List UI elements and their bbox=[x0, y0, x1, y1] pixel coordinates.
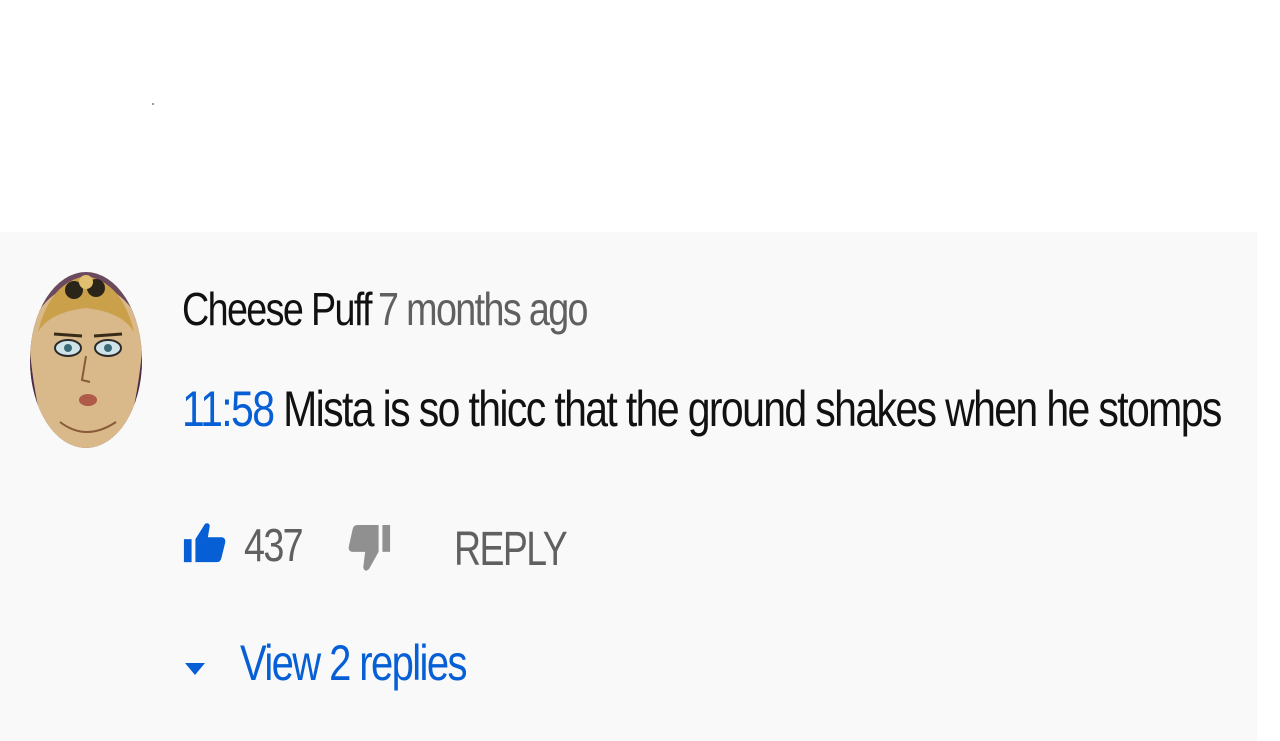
comment-text-line: 11:58 Mista is so thicc that the ground … bbox=[182, 380, 1222, 438]
caret-down-icon bbox=[185, 663, 205, 675]
author-name[interactable]: Cheese Puff bbox=[182, 282, 373, 336]
comment-age[interactable]: 7 months ago bbox=[378, 282, 589, 336]
like-count: 437 bbox=[244, 519, 304, 571]
avatar[interactable] bbox=[30, 272, 142, 448]
timestamp-link[interactable]: 11:58 bbox=[182, 381, 275, 437]
comment-text: Mista is so thicc that the ground shakes… bbox=[273, 381, 1222, 437]
comment-actions: 437 REPLY bbox=[182, 514, 782, 584]
stray-dot bbox=[152, 103, 154, 105]
thumbs-down-icon[interactable] bbox=[346, 520, 392, 576]
avatar-image bbox=[30, 272, 142, 448]
comment-body: Cheese Puff 7 months ago 11:58 Mista is … bbox=[182, 282, 1252, 691]
blank-area bbox=[0, 0, 1280, 232]
view-replies-button[interactable]: View 2 replies bbox=[182, 632, 582, 702]
reply-button[interactable]: REPLY bbox=[454, 522, 568, 577]
comment-header: Cheese Puff 7 months ago bbox=[182, 282, 1252, 342]
view-replies-label: View 2 replies bbox=[240, 635, 467, 691]
thumbs-up-icon[interactable] bbox=[182, 520, 228, 566]
